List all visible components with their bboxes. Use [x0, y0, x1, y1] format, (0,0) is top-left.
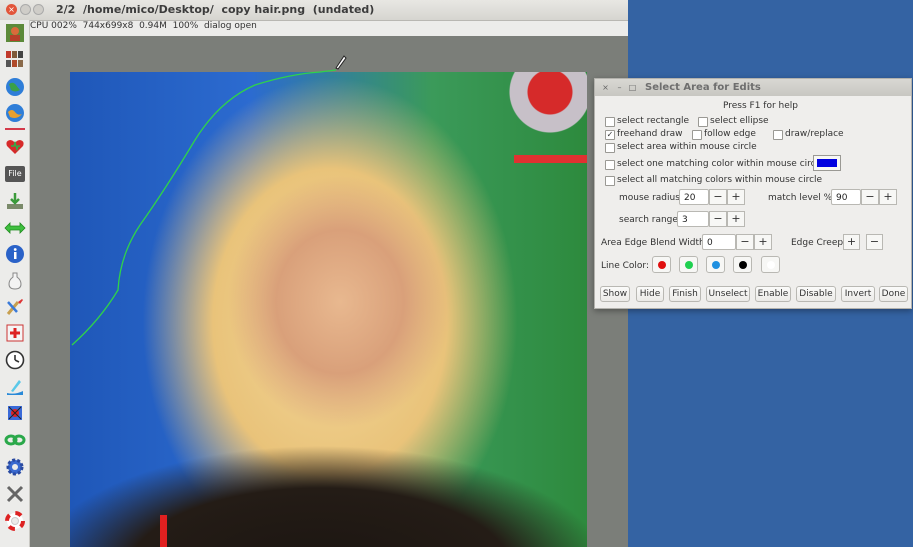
mouse-radius-decrement[interactable]: −	[709, 189, 727, 205]
tools-icon[interactable]	[4, 483, 26, 505]
window-titlebar: × 2/2 /home/mico/Desktop/ copy hair.png …	[0, 0, 628, 21]
blend-width-decrement[interactable]: −	[736, 234, 754, 250]
help-hint: Press F1 for help	[723, 101, 799, 111]
blend-width-input[interactable]: 0	[702, 234, 736, 250]
download-icon[interactable]	[4, 190, 26, 212]
mouse-radius-increment[interactable]: +	[727, 189, 745, 205]
search-range-label: search range	[619, 215, 678, 225]
bottle-icon[interactable]	[4, 270, 26, 292]
done-button[interactable]: Done	[879, 286, 908, 302]
edge-creep-decrement[interactable]: −	[866, 234, 883, 250]
toolbar-separator	[5, 128, 25, 130]
white-color-dot	[767, 261, 775, 269]
edge-creep-label: Edge Creep	[791, 238, 844, 248]
mouse-radius-label: mouse radius	[619, 193, 680, 203]
clock-icon[interactable]	[4, 349, 26, 371]
add-icon[interactable]	[4, 322, 26, 344]
select-all-colors-checkbox[interactable]	[605, 176, 615, 186]
line-color-white-button[interactable]	[761, 256, 780, 273]
photo-background-detail	[490, 72, 587, 142]
globe-icon[interactable]	[4, 76, 26, 98]
line-color-black-button[interactable]	[733, 256, 752, 273]
match-color-swatch	[817, 159, 837, 167]
match-level-label: match level %	[768, 193, 833, 203]
select-one-color-label: select one matching color within mouse c…	[617, 159, 827, 169]
line-color-red-button[interactable]	[652, 256, 671, 273]
disable-button[interactable]: Disable	[796, 286, 836, 302]
match-level-increment[interactable]: +	[879, 189, 897, 205]
edge-creep-increment[interactable]: +	[843, 234, 860, 250]
resize-arrows-icon[interactable]	[4, 217, 26, 239]
close-window-button[interactable]: ×	[6, 4, 17, 15]
lifebuoy-icon[interactable]	[4, 510, 26, 532]
dialog-maximize-button[interactable]: □	[628, 83, 637, 92]
select-rectangle-checkbox[interactable]	[605, 117, 615, 127]
maximize-window-button[interactable]	[33, 4, 44, 15]
photo-lower-area	[70, 432, 587, 547]
freehand-draw-checkbox[interactable]: ✓	[605, 130, 615, 140]
draw-replace-checkbox[interactable]	[773, 130, 783, 140]
dialog-minimize-button[interactable]: –	[615, 83, 624, 92]
search-range-decrement[interactable]: −	[709, 211, 727, 227]
select-ellipse-label: select ellipse	[710, 116, 769, 126]
image-thumbnail-icon[interactable]	[4, 22, 26, 44]
info-icon[interactable]	[4, 243, 26, 265]
blue-color-dot	[712, 261, 720, 269]
status-line: CPU 002% 744x699x8 0.94M 100% dialog ope…	[30, 21, 257, 31]
select-area-circle-checkbox[interactable]	[605, 143, 615, 153]
black-color-dot	[739, 261, 747, 269]
draw-replace-label: draw/replace	[785, 129, 844, 139]
image-editor-window: × 2/2 /home/mico/Desktop/ copy hair.png …	[0, 0, 628, 547]
show-button[interactable]: Show	[600, 286, 630, 302]
dialog-title: Select Area for Edits	[645, 82, 761, 93]
line-color-label: Line Color:	[601, 261, 649, 271]
search-range-increment[interactable]: +	[727, 211, 745, 227]
search-range-input[interactable]: 3	[677, 211, 709, 227]
red-color-dot	[658, 261, 666, 269]
gallery-icon[interactable]	[4, 48, 26, 70]
photo-red-stripe	[514, 155, 587, 163]
line-color-green-button[interactable]	[679, 256, 698, 273]
left-toolbar: File	[0, 20, 30, 547]
hide-button[interactable]: Hide	[636, 286, 664, 302]
brush-icon[interactable]	[4, 296, 26, 318]
select-one-color-checkbox[interactable]	[605, 160, 615, 170]
follow-edge-label: follow edge	[704, 129, 756, 139]
green-color-dot	[685, 261, 693, 269]
match-level-decrement[interactable]: −	[861, 189, 879, 205]
select-all-colors-label: select all matching colors within mouse …	[617, 175, 823, 185]
chain-icon[interactable]	[4, 429, 26, 451]
mouse-radius-input[interactable]: 20	[679, 189, 709, 205]
spider-icon[interactable]	[4, 402, 26, 424]
select-area-circle-label: select area within mouse circle	[617, 142, 757, 152]
enable-button[interactable]: Enable	[755, 286, 791, 302]
select-ellipse-checkbox[interactable]	[698, 117, 708, 127]
finish-button[interactable]: Finish	[669, 286, 701, 302]
blend-width-label: Area Edge Blend Width	[601, 238, 705, 248]
file-icon[interactable]: File	[4, 163, 26, 185]
line-color-blue-button[interactable]	[706, 256, 725, 273]
window-title: 2/2 /home/mico/Desktop/ copy hair.png (u…	[56, 3, 375, 16]
select-area-dialog: × – □ Select Area for Edits Press F1 for…	[594, 78, 912, 309]
invert-button[interactable]: Invert	[841, 286, 875, 302]
select-rectangle-label: select rectangle	[617, 116, 690, 126]
paint-icon[interactable]	[4, 376, 26, 398]
gear-icon[interactable]	[4, 456, 26, 478]
blend-width-increment[interactable]: +	[754, 234, 772, 250]
freehand-draw-label: freehand draw	[617, 129, 683, 139]
globe-alt-icon[interactable]	[4, 102, 26, 124]
match-level-input[interactable]: 90	[831, 189, 861, 205]
edited-photo[interactable]	[70, 72, 587, 547]
file-icon-label: File	[5, 166, 25, 182]
dialog-close-button[interactable]: ×	[601, 83, 610, 92]
unselect-button[interactable]: Unselect	[706, 286, 750, 302]
match-color-button[interactable]	[813, 155, 841, 171]
dialog-titlebar: × – □ Select Area for Edits	[595, 79, 911, 96]
follow-edge-checkbox[interactable]	[692, 130, 702, 140]
heart-icon[interactable]	[4, 136, 26, 158]
minimize-window-button[interactable]	[20, 4, 31, 15]
